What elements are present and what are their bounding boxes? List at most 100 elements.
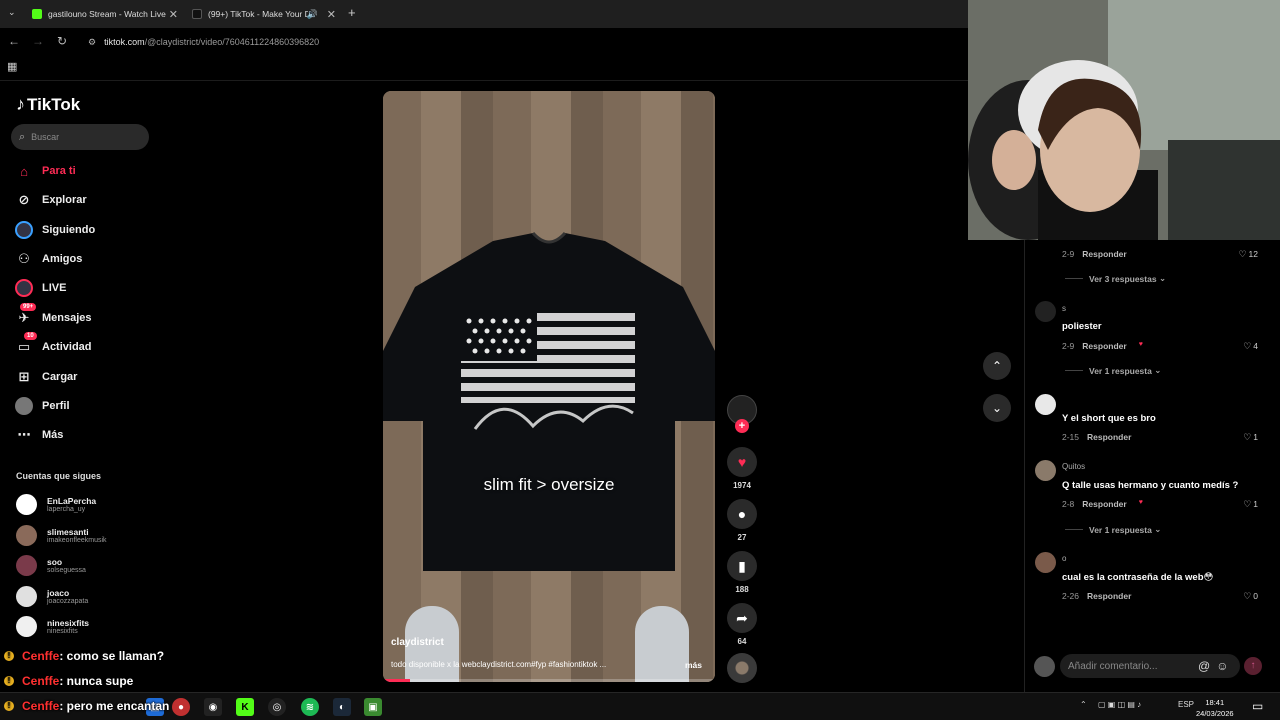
- steam-icon[interactable]: ◐: [333, 698, 351, 716]
- bookmark-icon[interactable]: ▮: [727, 551, 757, 581]
- nav-mensajes[interactable]: ✈ 99+ Mensajes: [14, 303, 92, 329]
- avatar[interactable]: [1035, 460, 1056, 481]
- nav-cargar[interactable]: ⊞ Cargar: [14, 366, 78, 388]
- share-icon[interactable]: ➦: [727, 603, 757, 633]
- new-tab-button[interactable]: +: [348, 5, 356, 20]
- reply-button[interactable]: Responder: [1087, 432, 1131, 442]
- obs-icon[interactable]: ◎: [268, 698, 286, 716]
- reply-button[interactable]: Responder: [1082, 499, 1126, 509]
- minecraft-icon[interactable]: ▣: [364, 698, 382, 716]
- share-action[interactable]: ➦ 64: [726, 603, 758, 646]
- apps-grid-icon[interactable]: ▦: [7, 60, 17, 73]
- comment-icon[interactable]: ●: [727, 499, 757, 529]
- like-action[interactable]: ♥ 1974: [726, 447, 758, 490]
- tiktok-logo[interactable]: ♪ TikTok: [16, 94, 80, 115]
- chat-badge-icon: !: [4, 676, 14, 686]
- follow-plus-button[interactable]: +: [735, 419, 749, 433]
- divider: [0, 80, 968, 81]
- comment-author[interactable]: o: [1062, 554, 1066, 563]
- search-box[interactable]: ⌕: [11, 124, 149, 150]
- language-indicator[interactable]: ESP: [1178, 700, 1194, 709]
- reload-button[interactable]: ↻: [54, 34, 70, 48]
- chat-message: ! Cenffe : nunca supe: [4, 674, 133, 688]
- following-item[interactable]: EnLaPercha lapercha_uy: [16, 494, 96, 515]
- send-comment-button[interactable]: ↑: [1244, 657, 1262, 675]
- following-item[interactable]: ninesixfits ninesixfits: [16, 616, 89, 637]
- url-field[interactable]: ⚙ tiktok.com /@claydistrict/video/760461…: [82, 32, 962, 52]
- nav-amigos[interactable]: ⚇ Amigos: [14, 248, 82, 270]
- comment-like[interactable]: ♡ 1: [1243, 499, 1258, 510]
- view-replies-button[interactable]: Ver 1 respuesta ⌄: [1065, 365, 1161, 376]
- music-disc-icon[interactable]: [727, 653, 757, 683]
- tab-tiktok[interactable]: (99+) TikTok - Make Your Da 🔊 ✕: [192, 4, 336, 24]
- nav-siguiendo[interactable]: Siguiendo: [14, 219, 95, 241]
- nav-live[interactable]: LIVE: [14, 277, 66, 299]
- next-video-button[interactable]: ⌄: [983, 394, 1011, 422]
- following-item[interactable]: joaco joacozzapata: [16, 586, 88, 607]
- reply-button[interactable]: Responder: [1082, 341, 1126, 351]
- live-icon: [14, 278, 34, 298]
- nav-mas[interactable]: ⋯ Más: [14, 424, 64, 446]
- avatar[interactable]: [1035, 301, 1056, 322]
- avatar[interactable]: [1035, 552, 1056, 573]
- avatar[interactable]: [1035, 394, 1056, 415]
- heart-outline-icon: ♡: [1243, 432, 1252, 442]
- forward-button[interactable]: →: [30, 34, 46, 48]
- emoji-icon[interactable]: ☺: [1216, 659, 1228, 673]
- reply-button[interactable]: Responder: [1087, 591, 1131, 601]
- nav-explorar[interactable]: ⊘ Explorar: [14, 189, 87, 211]
- mention-icon[interactable]: @: [1198, 659, 1210, 673]
- comment-input[interactable]: [1068, 660, 1192, 672]
- back-button[interactable]: ←: [6, 34, 22, 48]
- video-player[interactable]: slim fit > oversize claydistrict todo di…: [383, 91, 715, 682]
- comment-like[interactable]: ♡ 12: [1238, 249, 1258, 260]
- video-progress[interactable]: [383, 679, 715, 682]
- webcam-overlay: [968, 0, 1280, 240]
- comment-author[interactable]: Quitos: [1062, 462, 1085, 471]
- comment-like[interactable]: ♡ 4: [1243, 341, 1258, 352]
- view-replies-button[interactable]: Ver 3 respuestas ⌄: [1065, 273, 1166, 284]
- tab-kick-stream[interactable]: gastilouno Stream - Watch Live ✕: [32, 4, 178, 24]
- address-bar-row: ← → ↻ ⚙ tiktok.com /@claydistrict/video/…: [0, 28, 968, 56]
- following-item[interactable]: slimesanti imakeonfleekmusik: [16, 525, 107, 546]
- tiktok-icon: [192, 9, 202, 19]
- activity-icon: ▭ 10: [14, 332, 37, 357]
- more-button[interactable]: más: [685, 660, 702, 670]
- speaker-icon[interactable]: 🔊: [307, 9, 318, 20]
- video-caption: slim fit > oversize: [483, 475, 615, 494]
- comment-input-box[interactable]: @ ☺: [1060, 654, 1240, 678]
- clock[interactable]: 18:41 24/03/2026: [1196, 697, 1234, 719]
- comment-action[interactable]: ● 27: [726, 499, 758, 542]
- tray-icons[interactable]: ▢ ▣ ◫ ▤ ♪: [1098, 700, 1141, 709]
- tab-search-chevron-icon[interactable]: ⌄: [8, 7, 16, 18]
- nav-perfil[interactable]: Perfil: [14, 395, 70, 417]
- comment-like[interactable]: ♡ 1: [1243, 432, 1258, 443]
- search-input[interactable]: [31, 132, 132, 142]
- creator-liked-icon: ♥: [1138, 499, 1143, 506]
- close-tab-icon[interactable]: ✕: [327, 8, 336, 21]
- comment-like[interactable]: ♡ 0: [1243, 591, 1258, 602]
- heart-icon[interactable]: ♥: [727, 447, 757, 477]
- nav-para-ti[interactable]: ⌂ Para ti: [14, 160, 76, 182]
- heart-outline-icon: ♡: [1243, 341, 1252, 351]
- comment-author[interactable]: s: [1062, 304, 1066, 313]
- nav-actividad[interactable]: ▭ 10 Actividad: [14, 332, 92, 358]
- spotify-icon[interactable]: ≋: [301, 698, 319, 716]
- previous-video-button[interactable]: ⌃: [983, 352, 1011, 380]
- save-action[interactable]: ▮ 188: [726, 551, 758, 594]
- my-avatar: [1034, 656, 1055, 677]
- comment-text: Y el short que es bro: [1062, 413, 1156, 424]
- chat-badge-icon: !: [4, 701, 14, 711]
- reply-button[interactable]: Responder: [1082, 249, 1126, 259]
- chrome-icon[interactable]: ●: [172, 698, 190, 716]
- view-replies-button[interactable]: Ver 1 respuesta ⌄: [1065, 524, 1161, 535]
- close-tab-icon[interactable]: ✕: [169, 8, 178, 21]
- tray-chevron-icon[interactable]: ⌃: [1080, 700, 1087, 709]
- notification-icon[interactable]: ▭: [1252, 699, 1263, 713]
- app-icon[interactable]: ◉: [204, 698, 222, 716]
- kick-icon[interactable]: K: [236, 698, 254, 716]
- upload-icon: ⊞: [18, 369, 30, 384]
- video-author[interactable]: claydistrict: [391, 637, 444, 648]
- site-info-icon[interactable]: ⚙: [88, 37, 96, 48]
- following-item[interactable]: soo solseguessa: [16, 555, 86, 576]
